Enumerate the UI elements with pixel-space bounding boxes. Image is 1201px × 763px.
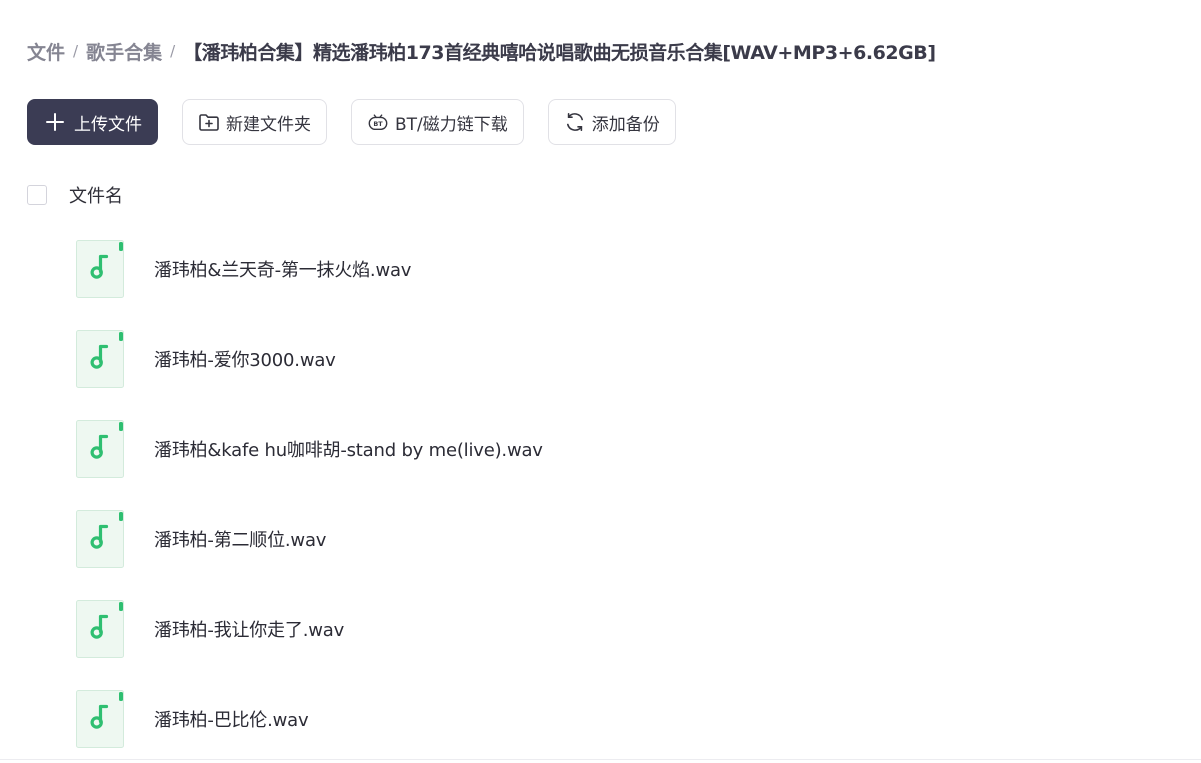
file-row[interactable]: 潘玮柏-我让你走了.wav	[76, 600, 344, 658]
new-folder-button[interactable]: 新建文件夹	[182, 99, 327, 145]
file-name: 潘玮柏-我让你走了.wav	[154, 620, 345, 641]
file-row[interactable]: 潘玮柏-第二顺位.wav	[76, 510, 326, 568]
file-row[interactable]: 潘玮柏-爱你3000.wav	[76, 330, 336, 388]
file-row[interactable]: 潘玮柏&兰天奇-第一抹火焰.wav	[76, 240, 411, 298]
list-header: 文件名	[27, 182, 123, 208]
plus-icon	[44, 111, 66, 133]
breadcrumb-separator: /	[170, 42, 176, 60]
bt-icon: BT	[367, 111, 389, 133]
breadcrumb-separator: /	[73, 42, 79, 60]
bt-magnet-download-label: BT/磁力链下载	[395, 114, 508, 135]
file-row[interactable]: 潘玮柏&kafe hu咖啡胡-stand by me(live).wav	[76, 420, 543, 478]
file-name: 潘玮柏-第二顺位.wav	[154, 530, 327, 551]
folder-plus-icon	[198, 111, 220, 133]
file-name: 潘玮柏&兰天奇-第一抹火焰.wav	[154, 260, 412, 281]
music-file-icon	[76, 330, 124, 388]
music-file-icon	[76, 240, 124, 298]
toolbar: 上传文件 新建文件夹 BT BT/磁力链下载 添加备份	[27, 99, 700, 145]
upload-file-button[interactable]: 上传文件	[27, 99, 158, 145]
breadcrumb-current-folder: 【潘玮柏合集】精选潘玮柏173首经典嘻哈说唱歌曲无损音乐合集[WAV+MP3+6…	[183, 41, 936, 64]
breadcrumb-root[interactable]: 文件	[27, 38, 65, 65]
music-file-icon	[76, 420, 124, 478]
divider	[0, 759, 1201, 760]
music-file-icon	[76, 600, 124, 658]
svg-text:BT: BT	[373, 120, 383, 128]
select-all-checkbox[interactable]	[27, 185, 47, 205]
breadcrumb: 文件 / 歌手合集 / 【潘玮柏合集】精选潘玮柏173首经典嘻哈说唱歌曲无损音乐…	[27, 36, 936, 66]
new-folder-label: 新建文件夹	[226, 114, 311, 135]
file-name: 潘玮柏-爱你3000.wav	[154, 350, 336, 371]
add-backup-button[interactable]: 添加备份	[547, 99, 676, 145]
sync-icon	[564, 111, 586, 133]
bt-magnet-download-button[interactable]: BT BT/磁力链下载	[351, 99, 524, 145]
file-name: 潘玮柏-巴比伦.wav	[154, 710, 309, 731]
file-name: 潘玮柏&kafe hu咖啡胡-stand by me(live).wav	[154, 440, 543, 461]
filename-column-header: 文件名	[69, 186, 123, 207]
music-file-icon	[76, 510, 124, 568]
file-row[interactable]: 潘玮柏-巴比伦.wav	[76, 690, 309, 748]
breadcrumb-parent[interactable]: 歌手合集	[86, 38, 162, 65]
add-backup-label: 添加备份	[591, 114, 660, 135]
upload-file-label: 上传文件	[74, 114, 142, 135]
music-file-icon	[76, 690, 124, 748]
